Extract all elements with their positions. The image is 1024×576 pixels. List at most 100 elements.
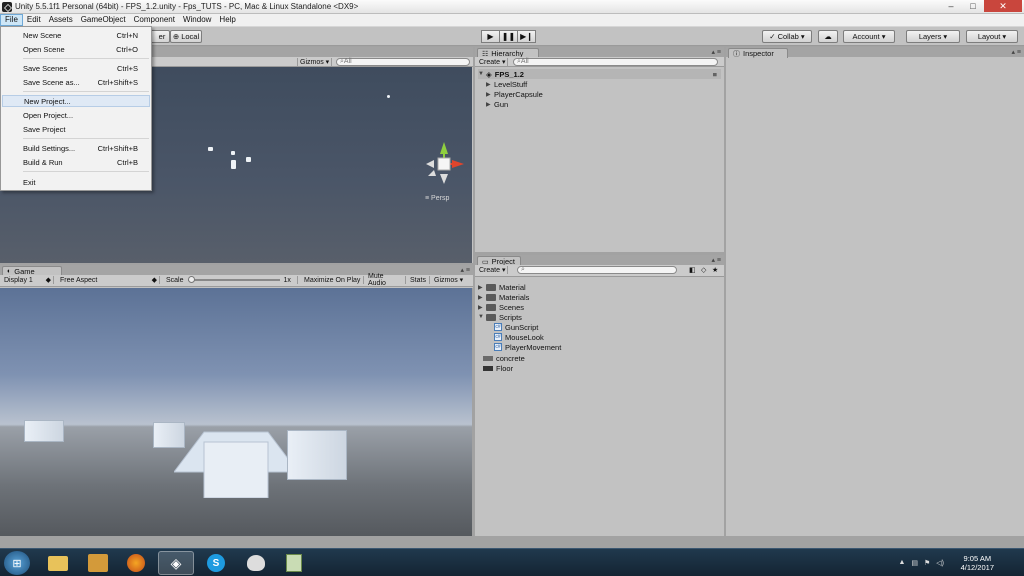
menu-item-save-scene-as[interactable]: Save Scene as... Ctrl+Shift+S [2,76,150,88]
taskbar-app-2[interactable] [80,551,116,575]
menu-gameobject[interactable]: GameObject [77,14,130,26]
scene-gizmos-dropdown[interactable]: Gizmos ▾ [297,58,333,66]
game-viewport[interactable] [0,288,472,536]
start-button[interactable]: ⊞ [4,551,30,575]
light-icon[interactable] [387,95,390,98]
expand-arrow-icon[interactable]: ▼ [478,314,486,320]
stats-toggle[interactable]: Stats [408,276,430,284]
taskbar-explorer[interactable] [40,551,76,575]
material-asset[interactable]: concrete [483,353,525,363]
filter-type-icon[interactable]: ◧ [689,266,696,274]
menu-item-open-scene[interactable]: Open Scene Ctrl+O [2,43,150,55]
hierarchy-item-label: Gun [494,99,509,109]
expand-arrow-icon[interactable]: ▶ [486,81,494,88]
step-button[interactable]: ▶❙ [517,30,536,43]
menu-item-build-and-run[interactable]: Build & Run Ctrl+B [2,156,150,168]
menu-item-save-project[interactable]: Save Project [2,123,150,135]
tab-inspector[interactable]: ⓘ Inspector [728,48,788,58]
playback-controls: ▶ ❚❚ ▶❙ [481,30,536,43]
expand-arrow-icon[interactable]: ▶ [486,101,494,108]
hierarchy-panel-menu-icon[interactable]: ▴ ≡ [711,48,721,56]
expand-arrow-icon[interactable]: ▶ [478,304,486,311]
project-search-input[interactable]: ⌕ [517,266,677,274]
menu-edit[interactable]: Edit [23,14,45,26]
material-asset[interactable]: Floor [483,363,513,373]
layers-dropdown[interactable]: Layers ▾ [906,30,960,43]
cloud-button[interactable]: ☁ [818,30,838,43]
pause-button[interactable]: ❚❚ [499,30,518,43]
menu-item-new-project[interactable]: New Project... [2,95,150,107]
persp-text: Persp [431,195,450,202]
scene-object[interactable] [208,147,213,151]
clock[interactable]: 9:05 AM 4/12/2017 [961,554,994,572]
project-panel-menu-icon[interactable]: ▴ ≡ [711,256,721,264]
script-asset[interactable]: c# GunScript [494,322,538,332]
menu-file[interactable]: File [0,14,23,26]
volume-icon[interactable]: ◁) [936,559,944,567]
account-dropdown[interactable]: Account ▾ [843,30,895,43]
hierarchy-item[interactable]: ▶ LevelStuff [486,79,527,89]
unity-icon: ◈ [170,554,182,571]
scale-slider-track[interactable] [187,276,280,283]
menu-assets[interactable]: Assets [45,14,77,26]
taskbar-app-6[interactable] [238,551,274,575]
scene-menu-icon[interactable]: ≡ [713,70,717,79]
minimize-button[interactable]: – [940,0,962,12]
close-button[interactable]: ✕ [984,0,1022,12]
scale-slider[interactable]: Scale 1x [164,276,298,284]
script-asset[interactable]: c# PlayerMovement [494,342,561,352]
project-folder[interactable]: ▶ Material [478,282,526,292]
taskbar-skype[interactable]: S [198,551,234,575]
network-icon[interactable]: ▤ [911,559,918,567]
star-icon[interactable]: ★ [712,266,718,274]
hierarchy-item[interactable]: ▶ PlayerCapsule [486,89,543,99]
expand-arrow-icon[interactable]: ▶ [478,294,486,301]
maximize-on-play-toggle[interactable]: Maximize On Play [302,276,364,284]
taskbar-firefox[interactable] [118,551,154,575]
layout-dropdown[interactable]: Layout ▾ [966,30,1018,43]
hierarchy-create-dropdown[interactable]: Create ▾ [477,58,509,66]
hierarchy-item[interactable]: ▶ Gun [486,99,508,109]
script-asset[interactable]: c# MouseLook [494,332,544,342]
flag-icon[interactable]: ⚑ [924,559,930,567]
menu-item-new-scene[interactable]: New Scene Ctrl+N [2,29,150,41]
scene-object[interactable] [231,160,236,169]
project-create-dropdown[interactable]: Create ▾ [477,266,509,274]
scene-orientation-gizmo[interactable] [420,140,468,188]
menu-item-exit[interactable]: Exit [2,176,150,188]
hierarchy-tab-strip: ☷ Hierarchy ▴ ≡ [475,47,724,58]
tray-expand-icon[interactable]: ▲ [898,559,905,567]
menu-window[interactable]: Window [179,14,215,26]
taskbar-unity[interactable]: ◈ [158,551,194,575]
scene-object[interactable] [231,151,235,155]
menu-item-save-scenes[interactable]: Save Scenes Ctrl+S [2,62,150,74]
menu-item-build-settings[interactable]: Build Settings... Ctrl+Shift+B [2,142,150,154]
mute-audio-toggle[interactable]: Mute Audio [366,273,406,287]
game-panel-menu-icon[interactable]: ▴ ≡ [460,266,470,274]
project-folder[interactable]: ▶ Materials [478,292,529,302]
display-dropdown[interactable]: Display 1 ◆ [2,276,54,284]
menu-component[interactable]: Component [130,14,179,26]
scene-root-row[interactable]: ▼ ◈ FPS_1.2 ≡ [478,69,721,79]
project-folder[interactable]: ▶ Scenes [478,302,524,312]
collab-button[interactable]: ✓ Collab ▾ [762,30,812,43]
menu-help[interactable]: Help [215,14,239,26]
play-button[interactable]: ▶ [481,30,500,43]
scale-slider-thumb[interactable] [187,276,195,283]
aspect-dropdown[interactable]: Free Aspect ◆ [58,276,160,284]
filter-label-icon[interactable]: ◇ [701,266,706,274]
maximize-button[interactable]: □ [962,0,984,12]
hierarchy-search-input[interactable]: ⌕All [513,58,718,66]
scene-search-input[interactable]: ⌕All [336,58,470,66]
expand-arrow-icon[interactable]: ▼ [478,71,486,77]
persp-label[interactable]: ≡ Persp [425,195,449,202]
inspector-panel-menu-icon[interactable]: ▴ ≡ [1011,48,1021,56]
project-folder[interactable]: ▼ Scripts [478,312,522,322]
game-gizmos-dropdown[interactable]: Gizmos ▾ [432,276,466,284]
local-toggle[interactable]: ⊕ Local [170,30,202,43]
scene-object[interactable] [246,157,251,162]
taskbar-app-7[interactable] [276,551,312,575]
expand-arrow-icon[interactable]: ▶ [486,91,494,98]
menu-item-open-project[interactable]: Open Project... [2,109,150,121]
expand-arrow-icon[interactable]: ▶ [478,284,486,291]
